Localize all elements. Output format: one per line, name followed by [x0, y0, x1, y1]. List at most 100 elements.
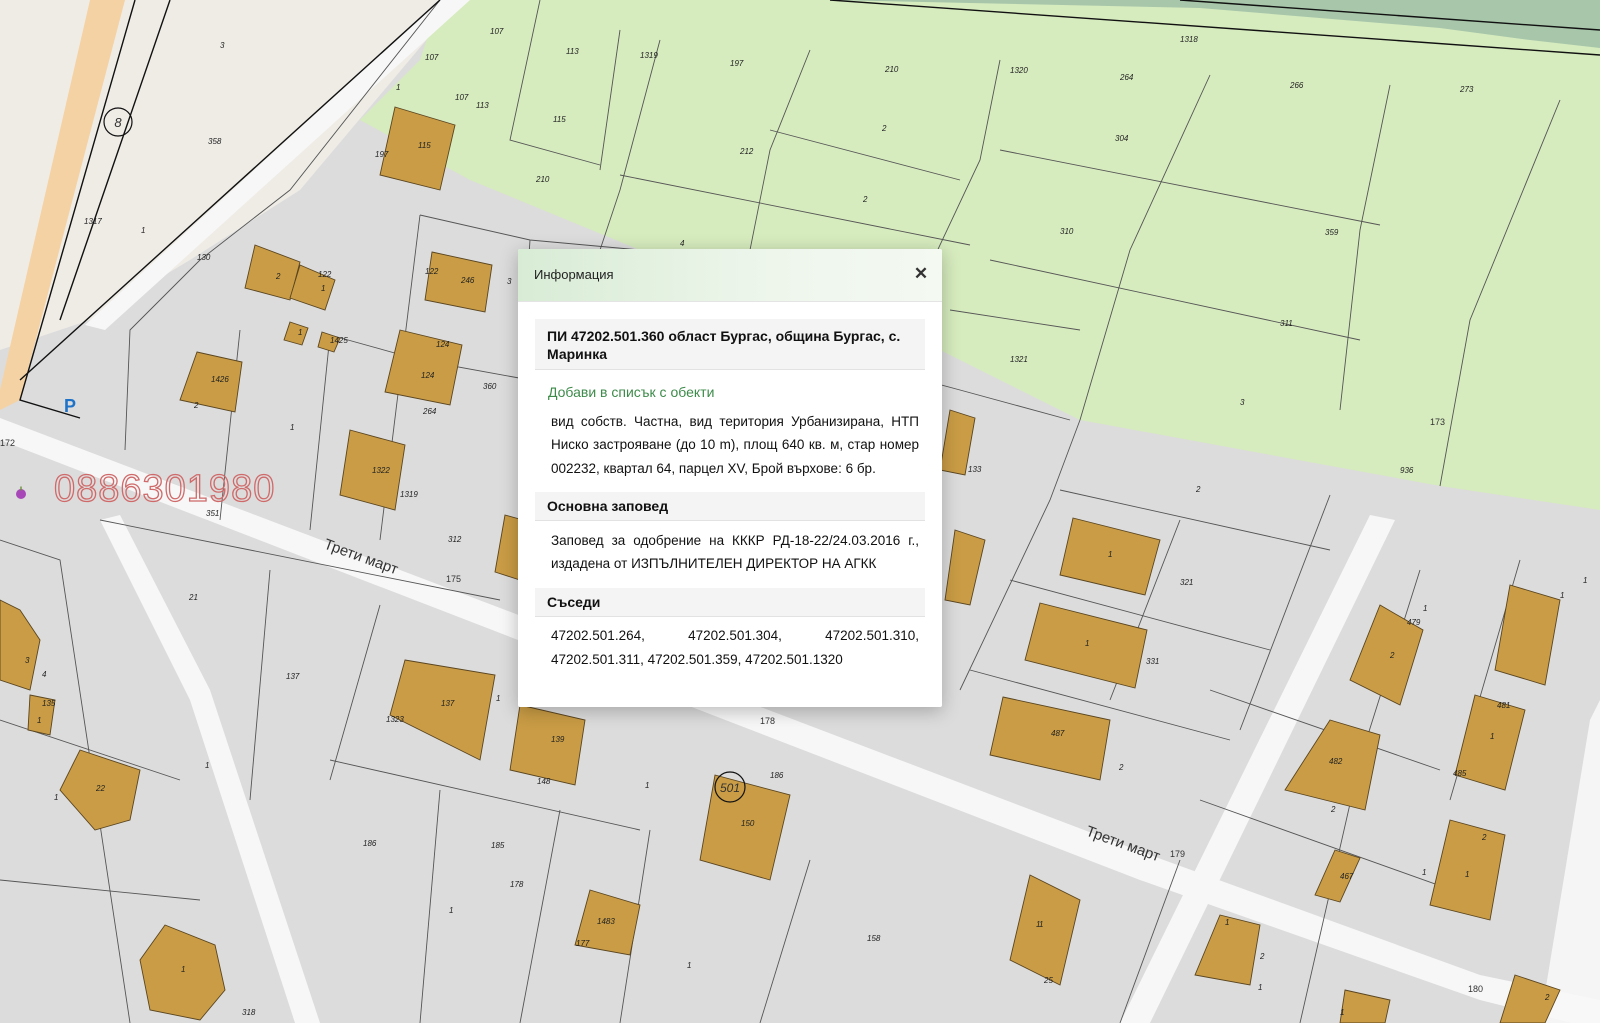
plot-number: 936 [1400, 466, 1414, 475]
neighbors-text: 47202.501.264, 47202.501.304, 47202.501.… [551, 628, 919, 667]
parcel-title: ПИ 47202.501.360 област Бургас, община Б… [535, 319, 925, 370]
poi-label-172: 172 [0, 438, 15, 448]
plot-number: 1 [1490, 732, 1494, 741]
plot-number: 150 [741, 819, 755, 828]
plot-number: 1425 [330, 336, 348, 345]
popup-title: Информация [534, 267, 614, 282]
plot-number: 122 [425, 267, 439, 276]
plot-number: 21 [188, 593, 198, 602]
plot-number: 485 [1453, 769, 1467, 778]
block-label-501: 501 [720, 781, 740, 795]
plot-number: 133 [968, 465, 982, 474]
plot-number: 1 [290, 423, 294, 432]
plot-number: 22 [95, 784, 105, 793]
plot-number: 1 [141, 226, 145, 235]
plot-number: 2 [1330, 805, 1336, 814]
plot-number: 1 [1108, 550, 1112, 559]
plot-number: 130 [197, 253, 211, 262]
plot-number: 107 [455, 93, 469, 102]
watermark-phone: 0886301980 [53, 467, 276, 510]
plot-number: 2 [193, 401, 199, 410]
plot-number: 246 [460, 276, 475, 285]
plot-number: 186 [363, 839, 377, 848]
plot-number: 3 [25, 656, 30, 665]
plot-number: 113 [476, 101, 489, 110]
plot-number: 139 [551, 735, 565, 744]
parcel-description: вид собств. Частна, вид територия Урбани… [551, 414, 919, 476]
plot-number: 482 [1329, 757, 1343, 766]
plot-number: 4 [42, 670, 47, 679]
plot-number: 1321 [1010, 355, 1028, 364]
plot-number: 124 [436, 340, 450, 349]
plot-number: 1320 [1010, 66, 1028, 75]
plot-number: 185 [491, 841, 505, 850]
poi-label-173: 173 [1430, 417, 1445, 427]
poi-label-175: 175 [446, 574, 461, 584]
poi-label-179: 179 [1170, 849, 1185, 859]
plot-number: 1 [321, 284, 325, 293]
plot-number: 359 [1325, 228, 1339, 237]
plot-number: 135 [42, 699, 56, 708]
plot-number: 1426 [211, 375, 229, 384]
popup-header: Информация ✕ [518, 249, 942, 302]
plot-number: 1 [645, 781, 649, 790]
plot-number: 487 [1051, 729, 1065, 738]
plot-number: 177 [576, 939, 590, 948]
plot-number: 318 [242, 1008, 256, 1017]
plot-number: 2 [1389, 651, 1395, 660]
plot-number: 115 [418, 141, 431, 150]
plot-number: 1483 [597, 917, 615, 926]
plot-number: 178 [510, 880, 524, 889]
plot-number: 1 [1085, 639, 1089, 648]
plot-number: 1323 [386, 715, 404, 724]
plot-number: 1 [1340, 1008, 1344, 1017]
plot-number: 1318 [1180, 35, 1198, 44]
plot-number: 360 [483, 382, 497, 391]
plot-number: 210 [535, 175, 550, 184]
close-icon[interactable]: ✕ [910, 263, 932, 285]
phone-watermark-icon [14, 486, 28, 500]
order-heading: Основна заповед [535, 491, 925, 521]
plot-number: 1 [298, 328, 302, 337]
plot-number: 1 [1583, 576, 1587, 585]
plot-number: 1 [205, 761, 209, 770]
plot-number: 197 [730, 59, 744, 68]
plot-number: 312 [448, 535, 462, 544]
plot-number: 1 [1423, 604, 1427, 613]
plot-number: 1 [1225, 918, 1229, 927]
plot-number: 2 [1259, 952, 1265, 961]
plot-number: 310 [1060, 227, 1074, 236]
plot-number: 266 [1289, 81, 1304, 90]
plot-number: 1 [1560, 591, 1564, 600]
plot-number: 1 [496, 694, 500, 703]
plot-number: 2 [275, 272, 281, 281]
plot-number: 3 [507, 277, 512, 286]
plot-number: 1 [687, 961, 691, 970]
info-popup: Информация ✕ ПИ 47202.501.360 област Бур… [518, 249, 942, 707]
plot-number: 1319 [640, 51, 658, 60]
plot-number: 4 [680, 239, 685, 248]
plot-number: 25 [1043, 976, 1053, 985]
plot-number: 264 [1119, 73, 1134, 82]
block-label-8: 8 [114, 115, 122, 130]
plot-number: 1 [1036, 920, 1040, 929]
plot-number: 2 [1118, 763, 1124, 772]
plot-number: 3 [220, 41, 225, 50]
add-to-list-link[interactable]: Добави в списък с обекти [548, 384, 925, 400]
poi-label-180: 180 [1468, 984, 1483, 994]
plot-number: 107 [425, 53, 439, 62]
plot-number: 137 [441, 699, 455, 708]
plot-number: 2 [1481, 833, 1487, 842]
plot-number: 1322 [372, 466, 390, 475]
plot-number: 1 [396, 83, 400, 92]
plot-number: 1 [37, 716, 41, 725]
plot-number: 311 [1280, 319, 1293, 328]
plot-number: 158 [867, 934, 881, 943]
plot-number: 1317 [84, 217, 102, 226]
plot-number: 321 [1180, 578, 1193, 587]
plot-number: 107 [490, 27, 504, 36]
plot-number: 186 [770, 771, 784, 780]
plot-number: 304 [1115, 134, 1129, 143]
plot-number: 2 [881, 124, 887, 133]
plot-number: 479 [1407, 618, 1421, 627]
